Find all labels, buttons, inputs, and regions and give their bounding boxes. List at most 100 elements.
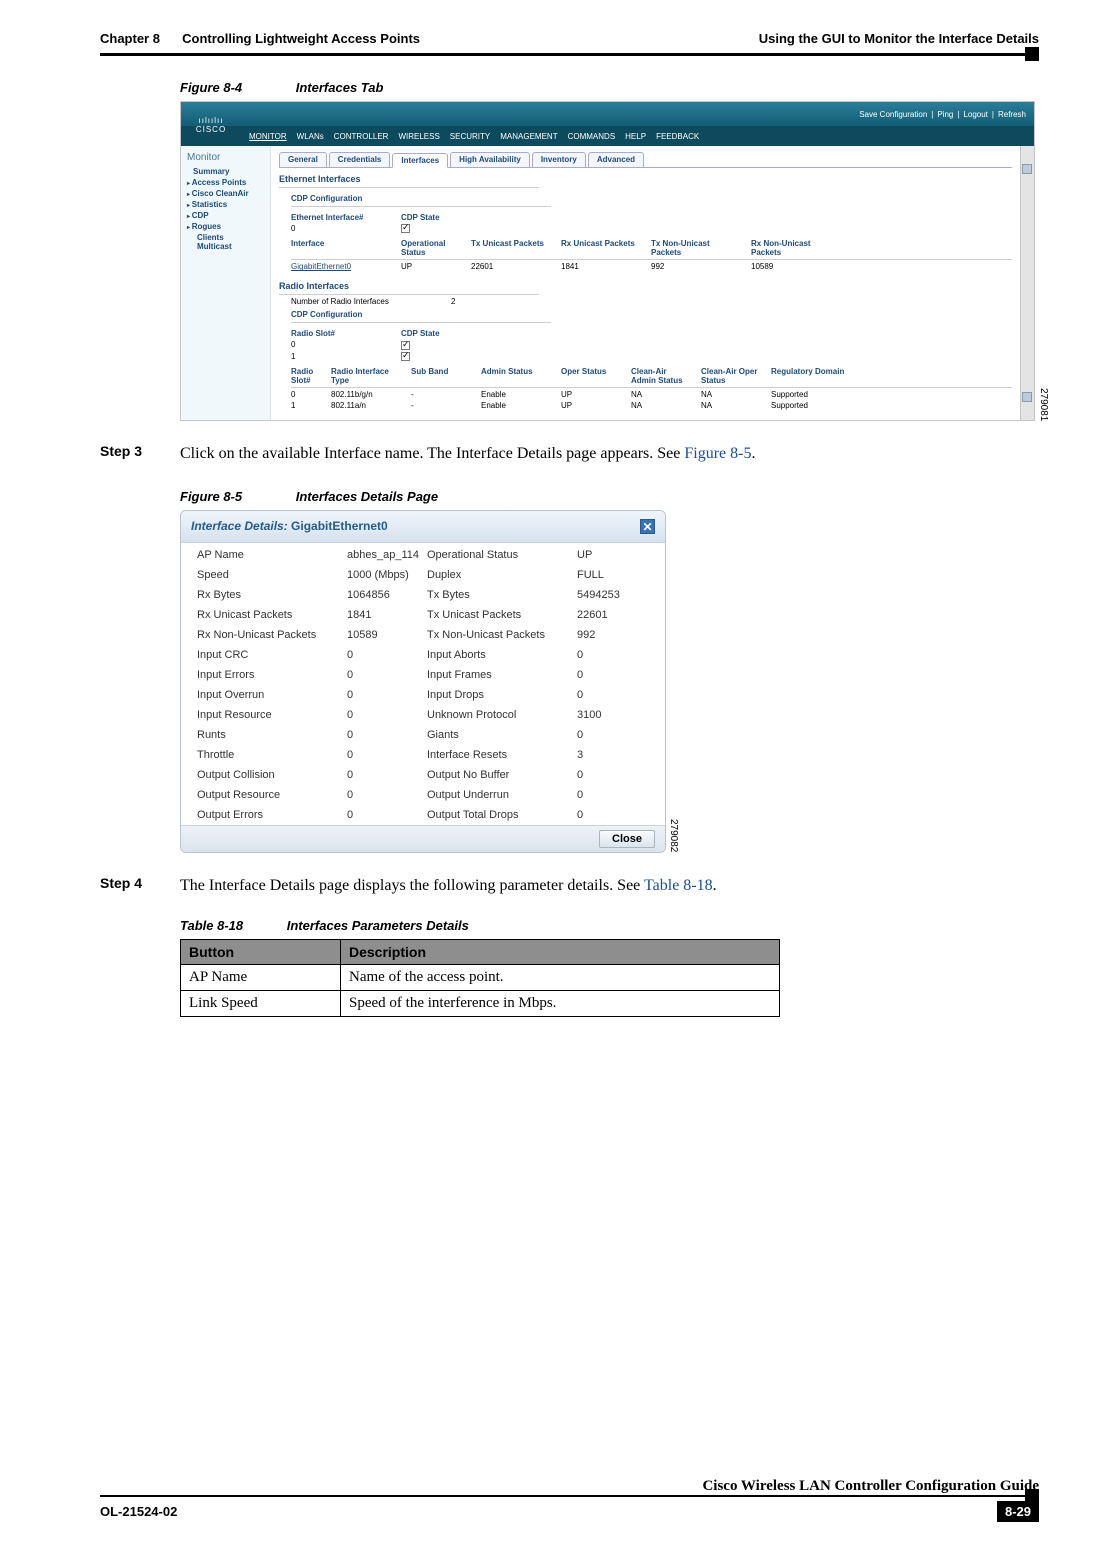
radio2-0-sub: - — [411, 390, 481, 399]
radio2-0-admin: Enable — [481, 390, 561, 399]
cdp-config-label: CDP Configuration — [291, 194, 551, 207]
sidebar-item-accesspoints[interactable]: Access Points — [187, 178, 264, 187]
td-button: AP Name — [181, 965, 341, 991]
sidebar-item-summary[interactable]: Summary — [193, 167, 264, 176]
eth-col-cdpstate: CDP State — [401, 213, 471, 222]
eth-col-interface: Interface — [291, 239, 401, 257]
dialog-label: AP Name — [197, 549, 347, 561]
eth-interface-link[interactable]: GigabitEthernet0 — [291, 262, 401, 271]
close-icon[interactable]: ✕ — [640, 519, 655, 534]
radio-cdp-config-label: CDP Configuration — [291, 310, 551, 323]
radio2-1-oper: UP — [561, 401, 631, 410]
cisco-top-bar: Save Configuration | Ping | Logout | Ref… — [181, 102, 1034, 126]
dialog-value: 0 — [577, 729, 647, 741]
xref-figure-8-5[interactable]: Figure 8-5 — [684, 445, 751, 462]
dialog-value: 992 — [577, 629, 647, 641]
td-button: Link Speed — [181, 991, 341, 1017]
dialog-label: Rx Unicast Packets — [197, 609, 347, 621]
eth-rxn-val: 10589 — [751, 262, 851, 271]
td-desc: Speed of the interference in Mbps. — [341, 991, 780, 1017]
figure-8-5-label: Figure 8-5 — [180, 489, 242, 504]
dialog-label: Giants — [427, 729, 577, 741]
dialog-label: Output Resource — [197, 789, 347, 801]
dialog-label: Input Overrun — [197, 689, 347, 701]
top-link-logout[interactable]: Logout — [963, 110, 987, 119]
dialog-value: 3100 — [577, 709, 647, 721]
radio2-col-caoper: Clean-Air Oper Status — [701, 367, 771, 385]
dialog-value: abhes_ap_114 — [347, 549, 427, 561]
dialog-label: Input Resource — [197, 709, 347, 721]
dialog-value: 1000 (Mbps) — [347, 569, 427, 581]
xref-table-8-18[interactable]: Table 8-18 — [644, 877, 713, 894]
radio-section-title: Radio Interfaces — [279, 281, 539, 295]
tab-inventory[interactable]: Inventory — [532, 152, 586, 167]
dialog-value: 1841 — [347, 609, 427, 621]
close-button[interactable]: Close — [599, 830, 655, 848]
section-title: Using the GUI to Monitor the Interface D… — [759, 31, 1039, 46]
sidebar-item-cdp[interactable]: CDP — [187, 211, 264, 220]
radio-count-label: Number of Radio Interfaces — [291, 297, 451, 306]
menu-commands[interactable]: COMMANDS — [568, 132, 616, 141]
sidebar-item-clients[interactable]: Clients — [197, 233, 264, 242]
dialog-value: 0 — [577, 649, 647, 661]
tab-general[interactable]: General — [279, 152, 327, 167]
radio-cdp-checkbox-0[interactable] — [401, 341, 410, 350]
dialog-value: 10589 — [347, 629, 427, 641]
radio2-col-regdomain: Regulatory Domain — [771, 367, 861, 385]
eth-cdp-checkbox-0[interactable] — [401, 224, 410, 233]
menu-help[interactable]: HELP — [625, 132, 646, 141]
menu-feedback[interactable]: FEEDBACK — [656, 132, 699, 141]
top-link-refresh[interactable]: Refresh — [998, 110, 1026, 119]
sidebar-item-rogues[interactable]: Rogues — [187, 222, 264, 231]
radio2-1-reg: Supported — [771, 401, 861, 410]
eth-rxu-val: 1841 — [561, 262, 651, 271]
step-4-label: Step 4 — [100, 875, 180, 897]
dialog-value: 0 — [347, 689, 427, 701]
eth-col-operstatus: Operational Status — [401, 239, 471, 257]
menu-management[interactable]: MANAGEMENT — [500, 132, 557, 141]
radio-cdp-checkbox-1[interactable] — [401, 352, 410, 361]
scroll-thumb-bottom[interactable] — [1022, 392, 1032, 402]
dialog-value: FULL — [577, 569, 647, 581]
menu-security[interactable]: SECURITY — [450, 132, 490, 141]
radio2-0-caadmin: NA — [631, 390, 701, 399]
scroll-thumb-top[interactable] — [1022, 164, 1032, 174]
dialog-value: 1064856 — [347, 589, 427, 601]
chapter-ref: Chapter 8 — [100, 31, 160, 46]
menu-wireless[interactable]: WIRELESS — [398, 132, 439, 141]
menu-controller[interactable]: CONTROLLER — [334, 132, 389, 141]
tab-interfaces[interactable]: Interfaces — [392, 153, 448, 168]
step-3-label: Step 3 — [100, 443, 180, 465]
step-4-text: The Interface Details page displays the … — [180, 875, 717, 897]
sidebar-item-cleanair[interactable]: Cisco CleanAir — [187, 189, 264, 198]
dialog-label: Input Aborts — [427, 649, 577, 661]
radio2-1-caoper: NA — [701, 401, 771, 410]
dialog-title-label: Interface Details: — [191, 519, 288, 533]
tab-high-availability[interactable]: High Availability — [450, 152, 530, 167]
dialog-value: 0 — [347, 769, 427, 781]
scrollbar[interactable] — [1020, 146, 1034, 420]
menu-wlans[interactable]: WLANs — [297, 132, 324, 141]
radio2-col-slot: Radio Slot# — [291, 367, 331, 385]
figure-8-5-dialog: Interface Details: GigabitEthernet0 ✕ AP… — [180, 510, 666, 853]
radio2-col-subband: Sub Band — [411, 367, 481, 385]
top-link-ping[interactable]: Ping — [937, 110, 953, 119]
top-link-saveconfig[interactable]: Save Configuration — [859, 110, 927, 119]
cisco-logo: ıılıılıı CISCO — [181, 116, 241, 134]
radio2-1-sub: - — [411, 401, 481, 410]
eth-iface-0: 0 — [291, 224, 401, 233]
radio-slot-0: 0 — [291, 340, 401, 349]
radio2-col-oper: Oper Status — [561, 367, 631, 385]
eth-oper-val: UP — [401, 262, 471, 271]
radio2-col-type: Radio Interface Type — [331, 367, 411, 385]
menu-monitor[interactable]: MONITOR — [249, 132, 287, 141]
dialog-label: Operational Status — [427, 549, 577, 561]
sidebar-item-statistics[interactable]: Statistics — [187, 200, 264, 209]
dialog-label: Output Underrun — [427, 789, 577, 801]
dialog-label: Runts — [197, 729, 347, 741]
tab-credentials[interactable]: Credentials — [329, 152, 391, 167]
tab-advanced[interactable]: Advanced — [588, 152, 644, 167]
sidebar-item-multicast[interactable]: Multicast — [197, 242, 264, 251]
dialog-label: Input CRC — [197, 649, 347, 661]
dialog-label: Tx Non-Unicast Packets — [427, 629, 577, 641]
